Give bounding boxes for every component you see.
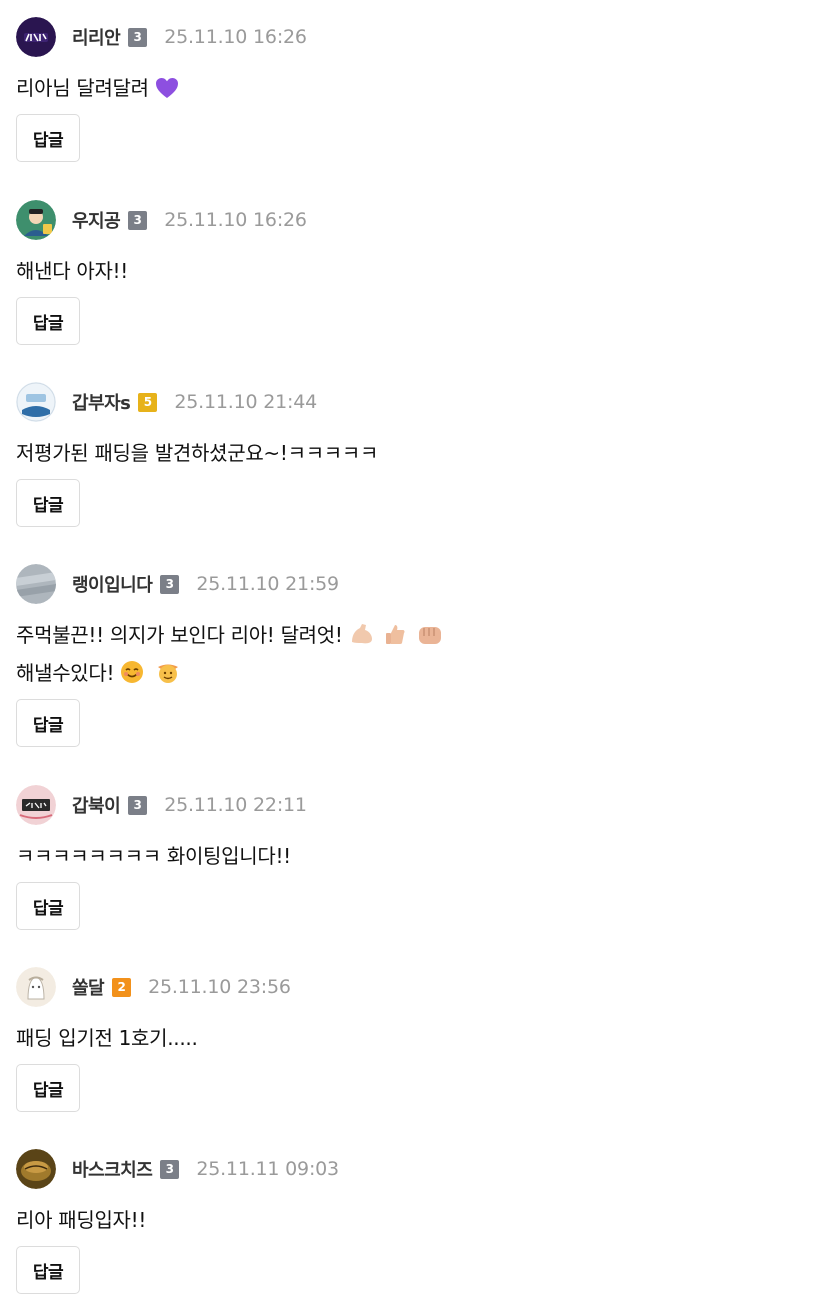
comment-header: 우지공 3 25.11.10 16:26: [16, 200, 307, 240]
avatar[interactable]: [16, 17, 56, 57]
comment-header: 바스크치즈 3 25.11.11 09:03: [16, 1149, 339, 1189]
comment-list: 리리안 3 25.11.10 16:26 리아님 달려달려 답글 우지공 3 2…: [0, 0, 827, 1310]
level-badge: 5: [138, 392, 158, 412]
nickname[interactable]: 갑부자s: [72, 389, 131, 415]
reply-button[interactable]: 답글: [16, 114, 80, 162]
level-badge: 2: [112, 977, 132, 997]
reply-button[interactable]: 답글: [16, 699, 80, 747]
comment-date: 25.11.10 21:44: [174, 391, 318, 413]
reply-button[interactable]: 답글: [16, 1246, 80, 1294]
comment-date: 25.11.10 16:26: [164, 26, 307, 48]
comment-header: 갑부자s 5 25.11.10 21:44: [16, 382, 317, 422]
avatar[interactable]: [16, 200, 56, 240]
comment-header: 쏠달 2 25.11.10 23:56: [16, 967, 291, 1007]
comment-date: 25.11.10 23:56: [148, 976, 291, 998]
comment-text: 해낸다 아자!!: [16, 254, 128, 288]
level-badge: 3: [160, 574, 180, 594]
nickname[interactable]: 바스크치즈: [72, 1156, 153, 1182]
comment-line: 저평가된 패딩을 발견하셨군요~!ㅋㅋㅋㅋㅋ: [16, 441, 379, 465]
avatar[interactable]: [16, 967, 56, 1007]
purple-heart-icon: [155, 75, 179, 109]
cowboy-face-icon: [156, 658, 180, 694]
comment-text: 리아님 달려달려: [16, 71, 179, 109]
avatar[interactable]: [16, 785, 56, 825]
comment-line: 리아 패딩입자!!: [16, 1208, 147, 1232]
avatar[interactable]: [16, 1149, 56, 1189]
reply-button[interactable]: 답글: [16, 479, 80, 527]
reply-button[interactable]: 답글: [16, 882, 80, 930]
comment-text: 주먹불끈!! 의지가 보인다 리아! 달려엇! 해낼수있다!: [16, 618, 443, 694]
comment-text: ㅋㅋㅋㅋㅋㅋㅋㅋ 화이팅입니다!!: [16, 839, 291, 873]
comment-date: 25.11.11 09:03: [196, 1158, 339, 1180]
thumbs-up-icon: [383, 622, 407, 656]
comment-line: 패딩 입기전 1호기.....: [16, 1026, 198, 1050]
level-badge: 3: [128, 795, 148, 815]
comment-line: 해낼수있다!: [16, 661, 115, 685]
fist-icon: [417, 622, 443, 656]
comment-item: 우지공 3 25.11.10 16:26 해낸다 아자!! 답글: [16, 200, 816, 360]
nickname[interactable]: 쏠달: [72, 974, 105, 1000]
avatar[interactable]: [16, 382, 56, 422]
comment-item: 랭이입니다 3 25.11.10 21:59 주먹불끈!! 의지가 보인다 리아…: [16, 564, 816, 754]
comment-line: ㅋㅋㅋㅋㅋㅋㅋㅋ 화이팅입니다!!: [16, 844, 291, 868]
comment-header: 랭이입니다 3 25.11.10 21:59: [16, 564, 339, 604]
comment-item: 바스크치즈 3 25.11.11 09:03 리아 패딩입자!! 답글: [16, 1149, 816, 1309]
reply-button[interactable]: 답글: [16, 1064, 80, 1112]
smiling-face-icon: [120, 660, 144, 694]
nickname[interactable]: 리리안: [72, 24, 121, 50]
nickname[interactable]: 랭이입니다: [72, 571, 153, 597]
comment-text: 리아 패딩입자!!: [16, 1203, 146, 1237]
comment-item: 쏠달 2 25.11.10 23:56 패딩 입기전 1호기..... 답글: [16, 967, 816, 1127]
comment-text: 저평가된 패딩을 발견하셨군요~!ㅋㅋㅋㅋㅋ: [16, 436, 378, 470]
level-badge: 3: [128, 210, 148, 230]
level-badge: 3: [160, 1159, 180, 1179]
comment-line: 주먹불끈!! 의지가 보인다 리아! 달려엇!: [16, 623, 343, 647]
comment-header: 갑북이 3 25.11.10 22:11: [16, 785, 307, 825]
comment-header: 리리안 3 25.11.10 16:26: [16, 17, 307, 57]
comment-line: 해낸다 아자!!: [16, 259, 128, 283]
reply-button[interactable]: 답글: [16, 297, 80, 345]
level-badge: 3: [128, 27, 148, 47]
comment-item: 리리안 3 25.11.10 16:26 리아님 달려달려 답글: [16, 17, 816, 177]
flexed-biceps-icon: [349, 622, 375, 656]
comment-line: 리아님 달려달려: [16, 76, 149, 100]
nickname[interactable]: 갑북이: [72, 792, 121, 818]
nickname[interactable]: 우지공: [72, 207, 121, 233]
comment-date: 25.11.10 16:26: [164, 209, 307, 231]
comment-item: 갑부자s 5 25.11.10 21:44 저평가된 패딩을 발견하셨군요~!ㅋ…: [16, 382, 816, 542]
comment-date: 25.11.10 21:59: [196, 573, 339, 595]
comment-item: 갑북이 3 25.11.10 22:11 ㅋㅋㅋㅋㅋㅋㅋㅋ 화이팅입니다!! 답…: [16, 785, 816, 945]
avatar[interactable]: [16, 564, 56, 604]
comment-date: 25.11.10 22:11: [164, 794, 307, 816]
comment-text: 패딩 입기전 1호기.....: [16, 1021, 198, 1055]
